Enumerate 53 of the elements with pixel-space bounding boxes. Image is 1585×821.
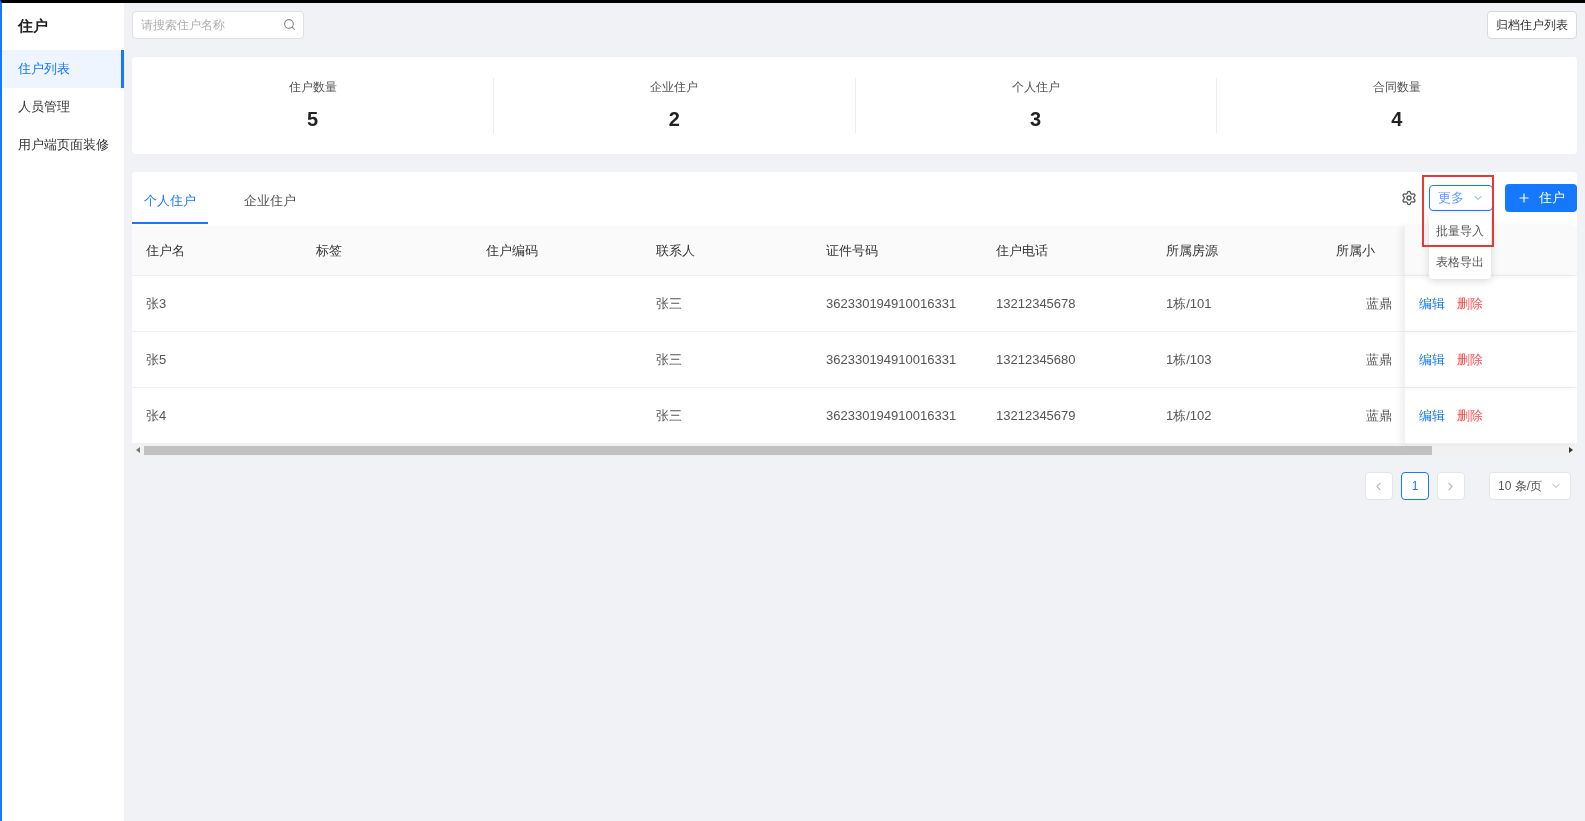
- more-dropdown-button[interactable]: 更多: [1429, 185, 1493, 211]
- stat-label: 合同数量: [1372, 78, 1421, 96]
- sidebar-item[interactable]: 人员管理: [2, 87, 124, 126]
- column-header: 住户电话: [982, 226, 1152, 276]
- table-cell: 张5: [132, 332, 302, 388]
- column-header: 住户编码: [472, 226, 642, 276]
- table-cell: 张三: [642, 332, 812, 388]
- table-cell: 13212345680: [982, 332, 1152, 388]
- tab[interactable]: 个人住户: [132, 172, 208, 224]
- menu-item[interactable]: 批量导入: [1429, 217, 1491, 244]
- column-header: 标签: [302, 226, 472, 276]
- scroll-right-icon[interactable]: [1567, 446, 1575, 454]
- edit-link[interactable]: 编辑: [1419, 293, 1445, 314]
- column-header: 住户名: [132, 226, 302, 276]
- plus-icon: [1517, 191, 1531, 205]
- table-cell: 蓝鼎: [1322, 332, 1404, 388]
- tab[interactable]: 企业住户: [232, 172, 308, 224]
- stat-value: 5: [307, 106, 319, 132]
- edit-link[interactable]: 编辑: [1419, 405, 1445, 426]
- edit-link[interactable]: 编辑: [1419, 349, 1445, 370]
- scroll-left-icon[interactable]: [134, 446, 142, 454]
- column-header: 联系人: [642, 226, 812, 276]
- table-cell: 362330194910016331: [812, 276, 982, 332]
- page-button[interactable]: 1: [1401, 472, 1429, 500]
- delete-link[interactable]: 删除: [1457, 349, 1483, 370]
- page-size-select[interactable]: 10 条/页: [1489, 472, 1571, 500]
- column-header: 所属小: [1322, 226, 1404, 276]
- delete-link[interactable]: 删除: [1457, 293, 1483, 314]
- stat-value: 4: [1391, 106, 1403, 132]
- table-cell: 蓝鼎: [1322, 276, 1404, 332]
- table-cell: 1栋/103: [1152, 332, 1322, 388]
- settings-icon[interactable]: [1401, 190, 1417, 206]
- stat-label: 住户数量: [288, 78, 337, 96]
- search-field[interactable]: 请搜索住户名称: [132, 11, 304, 39]
- menu-item[interactable]: 表格导出: [1429, 248, 1491, 275]
- column-header: 所属房源: [1152, 226, 1322, 276]
- search-icon: [283, 18, 296, 31]
- table-cell: 1栋/101: [1152, 276, 1322, 332]
- table-cell: 张三: [642, 276, 812, 332]
- column-header: 证件号码: [812, 226, 982, 276]
- stat-label: 个人住户: [1011, 78, 1060, 96]
- table-cell: 13212345678: [982, 276, 1152, 332]
- stat-label: 企业住户: [650, 78, 699, 96]
- stat-value: 2: [668, 106, 680, 132]
- table-cell: 362330194910016331: [812, 332, 982, 388]
- table-cell: 张3: [132, 276, 302, 332]
- delete-link[interactable]: 删除: [1457, 405, 1483, 426]
- sidebar-item[interactable]: 用户端页面装修: [2, 125, 124, 164]
- archive-button[interactable]: 归档住户列表: [1487, 11, 1577, 39]
- sidebar-item[interactable]: 住户列表: [2, 49, 124, 88]
- stat-value: 3: [1030, 106, 1042, 132]
- sidebar-title: 住户: [16, 16, 49, 36]
- add-button[interactable]: 住户: [1505, 184, 1577, 212]
